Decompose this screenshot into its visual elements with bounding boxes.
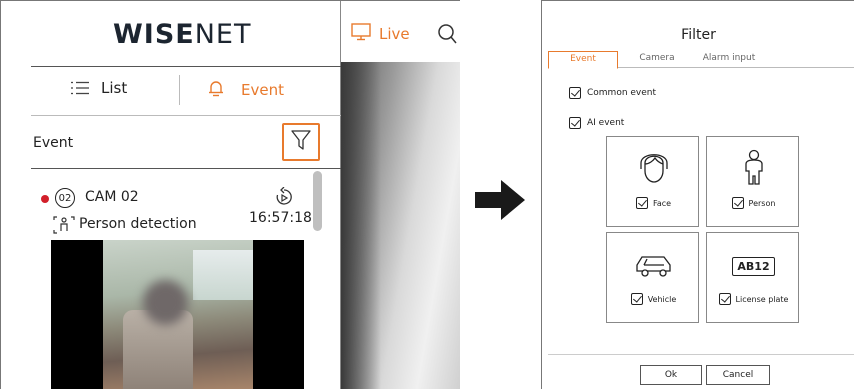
- ai-type-face[interactable]: Face: [606, 136, 699, 227]
- camera-name: CAM 02: [85, 189, 139, 205]
- license-plate-option: License plate: [707, 293, 800, 305]
- event-list-scrollbar[interactable]: [313, 171, 322, 231]
- wisenet-app-panel: WISENET List Event Event 02 CAM 02 Perso…: [0, 0, 460, 389]
- filter-dialog: Filter Event Camera Alarm input Common e…: [541, 0, 854, 389]
- face-label: Face: [652, 198, 672, 208]
- tab-list[interactable]: List: [71, 79, 127, 97]
- ai-type-license-plate[interactable]: AB12 License plate: [706, 232, 799, 323]
- tab-event[interactable]: Event: [548, 51, 618, 69]
- plate-text: AB12: [732, 257, 775, 276]
- live-view-area: Live: [341, 1, 460, 389]
- license-plate-checkbox[interactable]: [718, 293, 731, 305]
- event-thumbnail[interactable]: [51, 240, 304, 389]
- replay-icon[interactable]: [275, 186, 293, 211]
- thumbnail-image: [103, 240, 253, 389]
- ok-button[interactable]: Ok: [640, 365, 702, 385]
- face-option: Face: [607, 197, 700, 209]
- live-label: Live: [379, 25, 410, 43]
- ai-event-checkbox[interactable]: [569, 117, 581, 129]
- video-shadow: [341, 62, 381, 389]
- search-icon[interactable]: [437, 23, 457, 49]
- vehicle-label: Vehicle: [647, 294, 677, 304]
- tab-event-label: Event: [241, 81, 284, 99]
- common-event-option[interactable]: Common event: [569, 87, 656, 99]
- thumbnail-window: [193, 250, 253, 300]
- tab-list-label: List: [101, 79, 128, 97]
- record-dot-icon: [41, 195, 49, 203]
- vehicle-option: Vehicle: [607, 293, 700, 305]
- cancel-button[interactable]: Cancel: [706, 365, 770, 385]
- monitor-icon: [351, 23, 371, 45]
- live-button[interactable]: Live: [351, 23, 410, 45]
- license-plate-icon: AB12: [707, 257, 800, 276]
- common-event-label: Common event: [587, 88, 657, 98]
- tab-event[interactable]: Event: [207, 79, 284, 101]
- ai-event-type-grid: Face Person Vehicle AB12 License plate: [606, 136, 800, 324]
- person-checkbox[interactable]: [731, 197, 744, 209]
- event-time: 16:57:18: [249, 210, 312, 226]
- ai-type-person[interactable]: Person: [706, 136, 799, 227]
- right-arrow-icon: [475, 180, 525, 224]
- event-list-item[interactable]: 02 CAM 02 Person detection 16:57:18: [31, 176, 312, 389]
- person-label: Person: [748, 198, 776, 208]
- person-icon: [707, 149, 800, 187]
- live-video-feed[interactable]: [341, 62, 460, 389]
- list-icon: [71, 81, 89, 95]
- wisenet-logo: WISENET: [113, 19, 252, 50]
- detection-label: Person detection: [79, 216, 197, 232]
- filter-icon: [291, 129, 311, 155]
- dialog-tabs: Event Camera Alarm input: [548, 51, 854, 69]
- filter-button[interactable]: [282, 123, 320, 161]
- tab-camera[interactable]: Camera: [632, 51, 682, 68]
- dialog-footer-divider: [548, 354, 854, 355]
- tabs-divider: [31, 115, 341, 116]
- person-option: Person: [707, 197, 800, 209]
- bell-icon: [207, 79, 225, 101]
- vehicle-checkbox[interactable]: [630, 293, 643, 305]
- tab-divider: [179, 75, 180, 105]
- ai-event-label: AI event: [587, 118, 625, 128]
- face-checkbox[interactable]: [635, 197, 648, 209]
- thumbnail-blurred-face: [143, 280, 188, 325]
- vehicle-icon: [607, 253, 700, 279]
- tab-alarm-input[interactable]: Alarm input: [694, 51, 764, 68]
- ai-type-vehicle[interactable]: Vehicle: [606, 232, 699, 323]
- face-icon: [607, 149, 700, 185]
- event-header-divider: [31, 168, 341, 169]
- event-sidebar: WISENET List Event Event 02 CAM 02 Perso…: [1, 1, 341, 389]
- header-divider: [31, 66, 341, 67]
- dialog-title: Filter: [681, 27, 716, 43]
- event-header-title: Event: [33, 135, 74, 151]
- common-event-checkbox[interactable]: [569, 87, 581, 99]
- ai-event-option[interactable]: AI event: [569, 117, 624, 129]
- person-detection-icon: [53, 216, 75, 238]
- camera-number-badge: 02: [55, 188, 75, 208]
- license-plate-label: License plate: [735, 294, 789, 304]
